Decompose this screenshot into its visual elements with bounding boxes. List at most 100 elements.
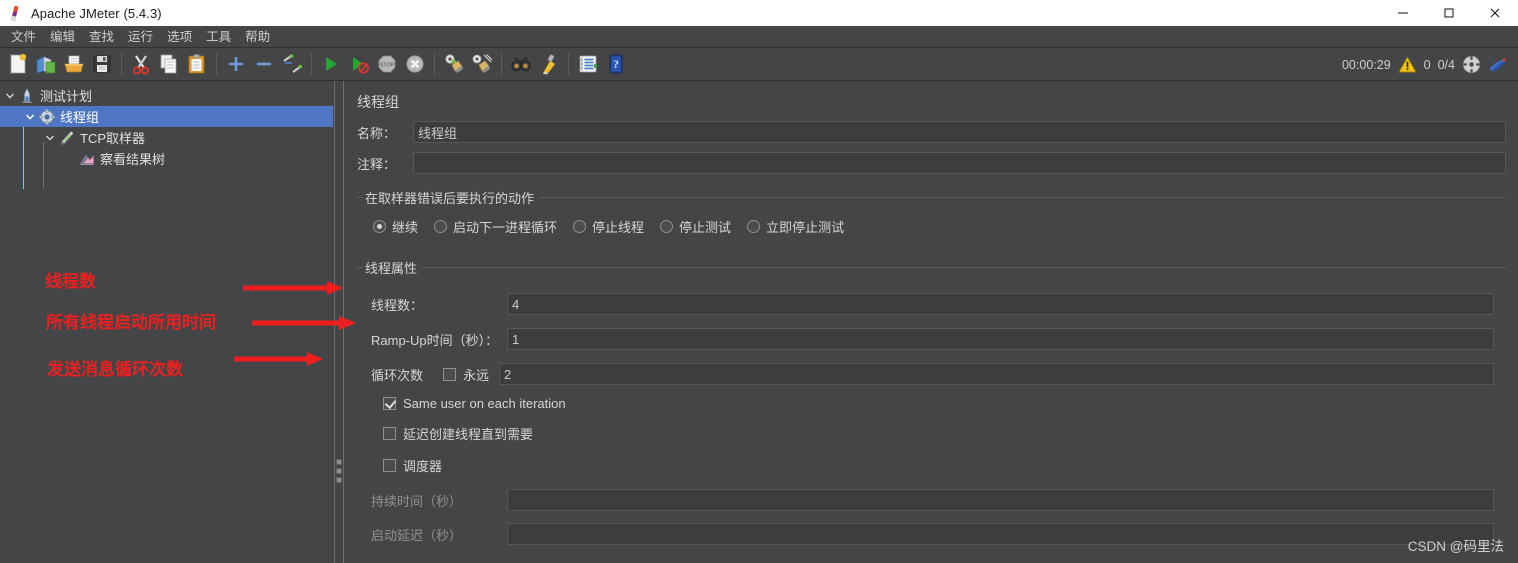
splitter-grip[interactable]	[336, 459, 342, 486]
scheduler-checkbox[interactable]	[383, 459, 396, 472]
save-icon[interactable]	[89, 51, 115, 77]
clear-icon[interactable]	[441, 51, 467, 77]
comment-label: 注释：	[357, 156, 397, 172]
clear-all-icon[interactable]	[469, 51, 495, 77]
watermark: CSDN @码里法	[1407, 539, 1504, 554]
start-icon[interactable]	[318, 51, 344, 77]
svg-text:STOP: STOP	[380, 62, 395, 68]
function-helper-icon[interactable]	[575, 51, 601, 77]
comment-input[interactable]	[413, 152, 1506, 174]
duration-row: 持续时间（秒）	[357, 489, 1506, 511]
num-threads-input[interactable]	[507, 293, 1494, 315]
loop-count-input[interactable]	[499, 363, 1494, 385]
thread-properties-legend: 线程属性	[365, 261, 418, 276]
tree-node-label: TCP取样器	[80, 131, 146, 146]
menu-file[interactable]: 文件	[4, 27, 43, 47]
radio-indicator[interactable]	[747, 220, 761, 233]
radio-label: 停止测试	[679, 220, 732, 235]
thread-properties-group: 线程属性 线程数： Ramp-Up时间（秒）： 循环次数 永远 Same use…	[357, 258, 1506, 553]
delay-thread-creation-checkbox[interactable]	[383, 427, 396, 440]
toolbar-separator	[121, 53, 122, 75]
tree-node-test-plan[interactable]: 测试计划	[0, 85, 333, 106]
radio-start-next-loop[interactable]: 启动下一进程循环	[434, 217, 557, 236]
test-plan-tree[interactable]: 测试计划 线程组 TCP取样器 察看结果树 线程数 所有线程启动所用时间 发送消…	[0, 81, 333, 563]
tree-node-label: 线程组	[60, 110, 100, 125]
minimize-button[interactable]	[1380, 0, 1426, 26]
toolbar-separator	[216, 53, 217, 75]
close-button[interactable]	[1472, 0, 1518, 26]
num-threads-row: 线程数：	[357, 293, 1506, 315]
sampler-error-action-legend: 在取样器错误后要执行的动作	[365, 191, 535, 206]
main-split: 测试计划 线程组 TCP取样器 察看结果树 线程数 所有线程启动所用时间 发送消…	[0, 81, 1518, 563]
menu-help[interactable]: 帮助	[238, 27, 277, 47]
ramp-up-row: Ramp-Up时间（秒）：	[357, 328, 1506, 350]
templates-icon[interactable]	[33, 51, 59, 77]
startup-delay-row: 启动延迟（秒）	[357, 523, 1506, 545]
same-user-row[interactable]: Same user on each iteration	[357, 396, 1506, 411]
loop-forever-label: 永远	[463, 367, 490, 383]
pane-splitter[interactable]	[333, 81, 345, 563]
annotation-ramp-up: 所有线程启动所用时间	[46, 313, 216, 332]
thread-group-editor: 线程组 名称： 注释： 在取样器错误后要执行的动作 继续 启动下一进程循环	[345, 81, 1518, 563]
menu-tools[interactable]: 工具	[199, 27, 238, 47]
toolbar-separator	[501, 53, 502, 75]
search-icon[interactable]	[508, 51, 534, 77]
radio-stop-test-now[interactable]: 立即停止测试	[747, 217, 844, 236]
menu-search[interactable]: 查找	[82, 27, 121, 47]
help-icon[interactable]: ?	[603, 51, 629, 77]
radio-indicator[interactable]	[660, 220, 674, 233]
maximize-button[interactable]	[1426, 0, 1472, 26]
reset-search-icon[interactable]	[536, 51, 562, 77]
cut-icon[interactable]	[128, 51, 154, 77]
radio-indicator[interactable]	[573, 220, 587, 233]
radio-stop-test[interactable]: 停止测试	[660, 217, 731, 236]
new-icon[interactable]	[5, 51, 31, 77]
elapsed-time: 00:00:29	[1341, 57, 1391, 72]
ramp-up-label: Ramp-Up时间（秒）：	[371, 332, 499, 348]
chevron-down-icon[interactable]	[2, 88, 18, 104]
tree-node-thread-group[interactable]: 线程组	[0, 106, 333, 127]
jmeter-bird-icon[interactable]	[1488, 56, 1508, 74]
start-no-timers-icon[interactable]	[346, 51, 372, 77]
copy-icon[interactable]	[156, 51, 182, 77]
open-icon[interactable]	[61, 51, 87, 77]
error-count: 0	[1423, 57, 1431, 72]
loop-forever-checkbox[interactable]	[443, 367, 456, 381]
menu-run[interactable]: 运行	[121, 27, 160, 47]
tree-node-tcp-sampler[interactable]: TCP取样器	[0, 127, 333, 148]
ramp-up-input[interactable]	[507, 328, 1494, 350]
toggle-icon[interactable]	[279, 51, 305, 77]
name-input[interactable]	[413, 121, 1506, 143]
radio-indicator[interactable]	[373, 220, 386, 233]
tree-node-view-results-tree[interactable]: 察看结果树	[0, 148, 333, 169]
radio-label: 启动下一进程循环	[453, 220, 558, 235]
window-controls	[1380, 0, 1518, 26]
scheduler-label: 调度器	[403, 459, 443, 474]
remote-toggle-icon[interactable]	[1462, 55, 1481, 74]
duration-input	[507, 489, 1494, 511]
radio-label: 继续	[392, 220, 419, 235]
num-threads-label: 线程数：	[371, 297, 424, 313]
radio-continue[interactable]: 继续	[373, 217, 418, 236]
menu-edit[interactable]: 编辑	[43, 27, 82, 47]
toolbar-separator	[311, 53, 312, 75]
delay-thread-creation-row[interactable]: 延迟创建线程直到需要	[357, 424, 1506, 443]
paste-icon[interactable]	[184, 51, 210, 77]
chevron-down-icon[interactable]	[42, 130, 58, 146]
collapse-all-icon[interactable]	[251, 51, 277, 77]
jmeter-feather-icon	[8, 5, 24, 22]
chevron-down-icon[interactable]	[22, 109, 38, 125]
scheduler-row[interactable]: 调度器	[357, 456, 1506, 475]
radio-stop-thread[interactable]: 停止线程	[573, 217, 644, 236]
warning-triangle-icon[interactable]	[1397, 55, 1417, 74]
startup-delay-input	[507, 523, 1494, 545]
expand-all-icon[interactable]	[223, 51, 249, 77]
stop-icon[interactable]: STOP	[374, 51, 400, 77]
menu-options[interactable]: 选项	[160, 27, 199, 47]
view-results-tree-icon	[78, 150, 96, 168]
svg-text:?: ?	[613, 57, 619, 71]
toolbar-separator	[434, 53, 435, 75]
radio-indicator[interactable]	[434, 220, 448, 233]
same-user-checkbox[interactable]	[383, 397, 396, 410]
shutdown-icon[interactable]	[402, 51, 428, 77]
